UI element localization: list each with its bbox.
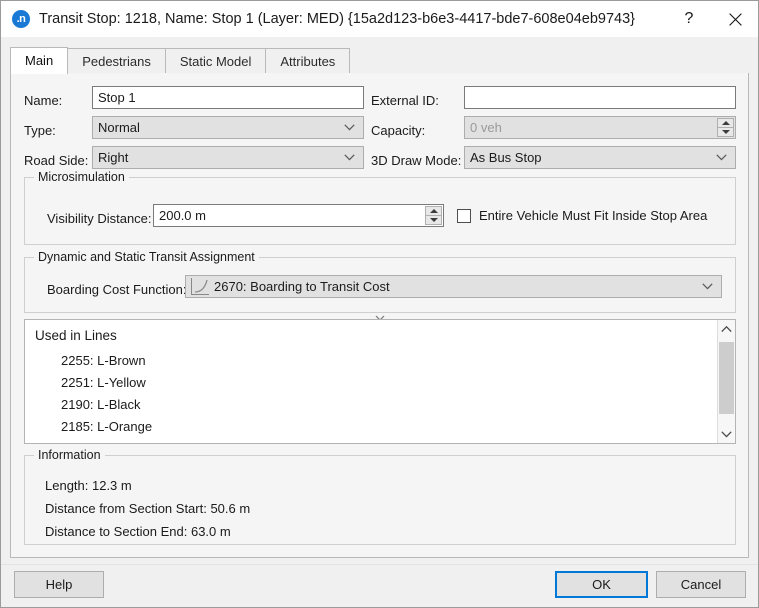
info-distance-from-start: Distance from Section Start: 50.6 m xyxy=(45,501,251,516)
app-icon-glyph: .n xyxy=(16,13,26,25)
info-length: Length: 12.3 m xyxy=(45,478,132,493)
chevron-down-icon xyxy=(716,147,727,168)
type-combobox[interactable]: Normal xyxy=(92,116,364,139)
capacity-spinner[interactable]: 0 veh xyxy=(464,116,736,139)
road-side-combobox[interactable]: Right xyxy=(92,146,364,169)
tab-main[interactable]: Main xyxy=(10,47,69,74)
information-group: Information Length: 12.3 m Distance from… xyxy=(24,448,736,545)
used-in-lines-panel[interactable]: Used in Lines 2255: L-Brown 2251: L-Yell… xyxy=(24,319,736,444)
tab-pedestrians[interactable]: Pedestrians xyxy=(67,48,166,74)
microsimulation-group: Microsimulation Visibility Distance: 200… xyxy=(24,170,736,245)
help-button-footer[interactable]: Help xyxy=(14,571,104,598)
scroll-down-button[interactable] xyxy=(718,425,735,443)
list-item[interactable]: 1224: L-Blue xyxy=(25,438,735,443)
list-item[interactable]: 2251: L-Yellow xyxy=(25,372,735,394)
chevron-down-icon xyxy=(702,276,713,297)
info-distance-to-end: Distance to Section End: 63.0 m xyxy=(45,524,231,539)
road-side-label: Road Side: xyxy=(24,153,89,168)
capacity-label: Capacity: xyxy=(371,123,426,138)
boarding-cost-function-value: 2670: Boarding to Transit Cost xyxy=(214,279,390,294)
checkbox-box-icon xyxy=(457,208,471,223)
main-tab-pane: Name: Stop 1 External ID: Type: Normal C… xyxy=(10,73,749,558)
tab-static-model[interactable]: Static Model xyxy=(164,48,267,74)
dialog-footer: Help OK Cancel xyxy=(1,564,758,607)
triangle-up-icon xyxy=(721,120,730,125)
visibility-distance-value: 200.0 m xyxy=(159,208,206,223)
visibility-distance-label: Visibility Distance: xyxy=(47,211,152,226)
chevron-up-icon xyxy=(721,325,732,332)
capacity-spin-buttons[interactable] xyxy=(717,118,734,137)
visibility-distance-spin-down-button[interactable] xyxy=(425,215,442,225)
scrollbar-thumb[interactable] xyxy=(719,342,734,414)
cancel-button[interactable]: Cancel xyxy=(656,571,746,598)
list-item[interactable]: 2190: L-Black xyxy=(25,394,735,416)
visibility-distance-spin-up-button[interactable] xyxy=(425,206,442,216)
tab-bar: Main Pedestrians Static Model Attributes xyxy=(10,47,749,74)
triangle-up-icon xyxy=(429,208,438,213)
draw-mode-3d-combobox[interactable]: As Bus Stop xyxy=(464,146,736,169)
used-in-lines-scrollbar[interactable] xyxy=(717,320,735,443)
visibility-distance-spinner[interactable]: 200.0 m xyxy=(153,204,444,227)
tab-strip: Main Pedestrians Static Model Attributes xyxy=(10,47,351,74)
ok-button[interactable]: OK xyxy=(555,571,648,598)
microsimulation-group-title: Microsimulation xyxy=(34,170,129,184)
footer-divider xyxy=(1,564,758,565)
type-combobox-value: Normal xyxy=(98,120,140,135)
transit-assignment-group: Dynamic and Static Transit Assignment Bo… xyxy=(24,250,736,313)
used-in-lines-header: Used in Lines xyxy=(35,328,117,343)
entire-vehicle-checkbox[interactable]: Entire Vehicle Must Fit Inside Stop Area xyxy=(457,207,707,224)
capacity-value: 0 veh xyxy=(470,120,502,135)
draw-mode-3d-label: 3D Draw Mode: xyxy=(371,153,462,168)
road-side-combobox-value: Right xyxy=(98,150,129,165)
cost-function-curve-icon xyxy=(191,278,209,295)
information-group-title: Information xyxy=(34,448,105,462)
transit-stop-dialog: .n Transit Stop: 1218, Name: Stop 1 (Lay… xyxy=(0,0,759,608)
triangle-down-icon xyxy=(721,129,730,134)
triangle-down-icon xyxy=(429,217,438,222)
external-id-input[interactable] xyxy=(464,86,736,109)
chevron-down-icon xyxy=(344,117,355,138)
chevron-down-icon xyxy=(721,430,732,438)
close-button[interactable] xyxy=(712,1,758,37)
list-item[interactable]: 2185: L-Orange xyxy=(25,416,735,438)
aimsun-app-icon: .n xyxy=(12,10,30,28)
transit-assignment-group-title: Dynamic and Static Transit Assignment xyxy=(34,250,259,264)
help-button[interactable]: ? xyxy=(666,1,712,37)
visibility-distance-spin-buttons[interactable] xyxy=(425,206,442,225)
capacity-spin-down-button[interactable] xyxy=(717,127,734,137)
name-input[interactable]: Stop 1 xyxy=(92,86,364,109)
capacity-spin-up-button[interactable] xyxy=(717,118,734,128)
tab-attributes[interactable]: Attributes xyxy=(265,48,351,74)
entire-vehicle-checkbox-label: Entire Vehicle Must Fit Inside Stop Area xyxy=(479,208,708,223)
chevron-down-icon xyxy=(344,147,355,168)
boarding-cost-function-combobox[interactable]: 2670: Boarding to Transit Cost xyxy=(185,275,722,298)
external-id-label: External ID: xyxy=(371,93,439,108)
window-title: Transit Stop: 1218, Name: Stop 1 (Layer:… xyxy=(39,11,635,27)
close-icon xyxy=(728,12,742,26)
boarding-cost-function-label: Boarding Cost Function: xyxy=(47,282,187,297)
list-item[interactable]: 2255: L-Brown xyxy=(25,350,735,372)
name-label: Name: xyxy=(24,93,63,108)
scroll-up-button[interactable] xyxy=(718,320,735,338)
title-bar: .n Transit Stop: 1218, Name: Stop 1 (Lay… xyxy=(1,1,758,37)
draw-mode-3d-combobox-value: As Bus Stop xyxy=(470,150,542,165)
question-mark-icon: ? xyxy=(684,10,694,27)
type-label: Type: xyxy=(24,123,56,138)
used-in-lines-list[interactable]: 2255: L-Brown 2251: L-Yellow 2190: L-Bla… xyxy=(25,350,735,443)
